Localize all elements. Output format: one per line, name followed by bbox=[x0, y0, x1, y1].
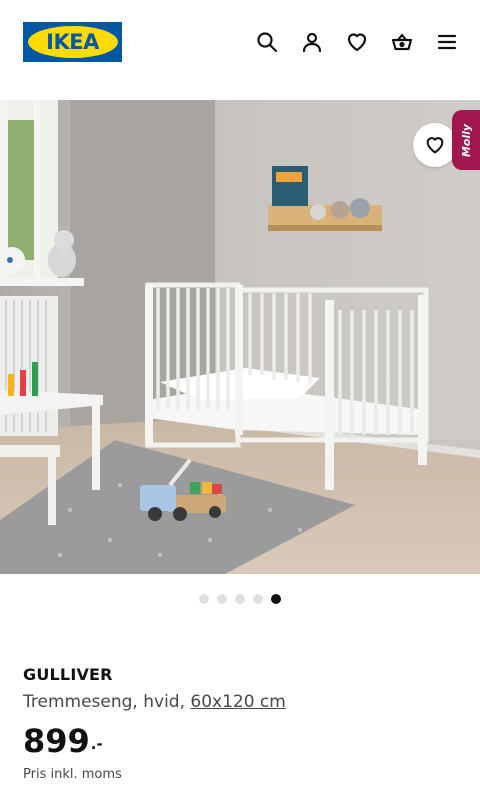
carousel-dot-5-active[interactable] bbox=[271, 594, 281, 604]
carousel-dot-3[interactable] bbox=[235, 594, 245, 604]
product-type: Tremmeseng, hvid, bbox=[23, 692, 191, 712]
basket-icon[interactable] bbox=[389, 29, 415, 55]
ikea-logo[interactable]: IKEA bbox=[23, 22, 122, 62]
product-description: Tremmeseng, hvid, 60x120 cm bbox=[23, 692, 286, 712]
price-suffix: .- bbox=[90, 735, 103, 753]
vat-note: Pris inkl. moms bbox=[23, 767, 122, 782]
mobly-assistant-tab[interactable]: Molly bbox=[452, 110, 480, 170]
mobly-label: Molly bbox=[460, 123, 474, 157]
nursery-room-illustration bbox=[0, 100, 480, 574]
heart-icon[interactable] bbox=[344, 29, 370, 55]
carousel-dot-1[interactable] bbox=[199, 594, 209, 604]
product-size-link[interactable]: 60x120 cm bbox=[190, 692, 285, 712]
product-name: GULLIVER bbox=[23, 665, 113, 684]
product-image[interactable] bbox=[0, 100, 480, 574]
search-icon[interactable] bbox=[254, 29, 280, 55]
user-icon[interactable] bbox=[299, 29, 325, 55]
carousel-pagination bbox=[0, 594, 480, 604]
price-integer: 899 bbox=[23, 722, 90, 760]
add-to-favourites-button[interactable] bbox=[413, 123, 457, 167]
top-header: IKEA bbox=[0, 0, 480, 84]
menu-icon[interactable] bbox=[434, 29, 460, 55]
logo-oval: IKEA bbox=[27, 26, 118, 58]
carousel-dot-4[interactable] bbox=[253, 594, 263, 604]
heart-icon bbox=[426, 137, 444, 154]
product-price: 899 .- bbox=[23, 722, 103, 766]
logo-text: IKEA bbox=[46, 30, 99, 54]
carousel-dot-2[interactable] bbox=[217, 594, 227, 604]
